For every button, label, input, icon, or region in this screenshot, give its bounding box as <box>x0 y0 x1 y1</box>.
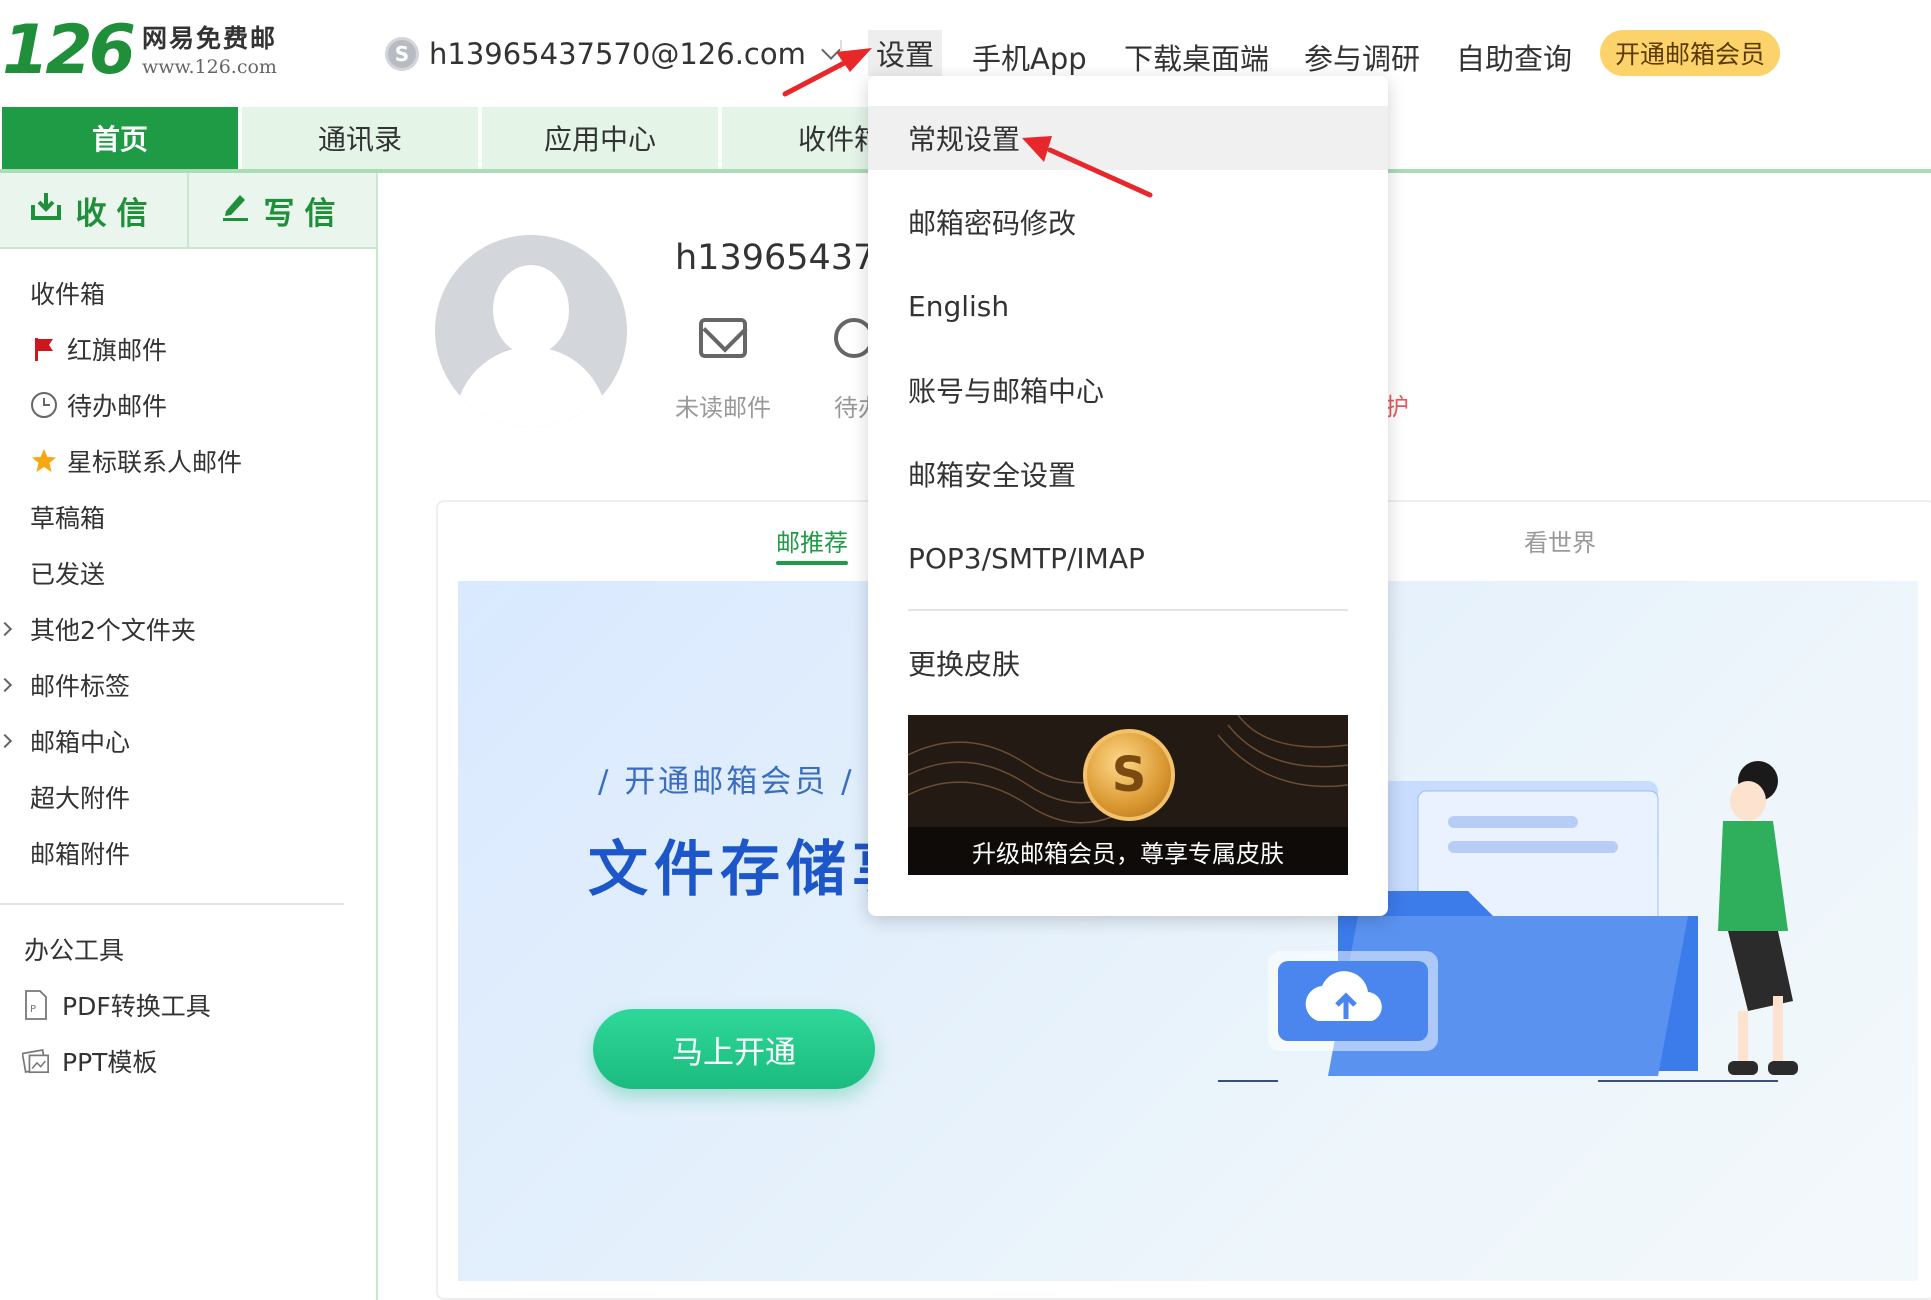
folder-drafts[interactable]: 草稿箱 <box>0 489 376 545</box>
chevron-right-icon <box>0 677 13 693</box>
menu-change-password[interactable]: 邮箱密码修改 <box>868 190 1388 254</box>
compose-button[interactable]: 写信 <box>189 173 376 247</box>
svg-text:P: P <box>30 1004 36 1015</box>
folder-mail-center[interactable]: 邮箱中心 <box>0 713 376 769</box>
nav-survey[interactable]: 参与调研 <box>1304 36 1420 78</box>
folder-large-attachments[interactable]: 超大附件 <box>0 769 376 825</box>
receive-button[interactable]: 收信 <box>0 173 189 247</box>
folder-other[interactable]: 其他2个文件夹 <box>0 601 376 657</box>
folder-attachments[interactable]: 邮箱附件 <box>0 825 376 881</box>
active-tab-underline <box>776 561 848 565</box>
nav-mobile-app[interactable]: 手机App <box>972 36 1087 78</box>
menu-divider <box>908 609 1348 611</box>
clock-icon <box>30 391 58 419</box>
stat-todo[interactable]: 待办邮件 <box>834 318 868 423</box>
star-icon <box>30 447 58 475</box>
vip-badge-icon: S <box>1083 729 1175 821</box>
folder-label: 超大附件 <box>30 784 131 813</box>
folder-label: 邮箱附件 <box>30 840 131 869</box>
folder-label: 邮件标签 <box>30 672 131 701</box>
tab-mail-recommend[interactable]: 邮推荐 <box>776 523 848 558</box>
tool-label: PPT模板 <box>62 1048 158 1077</box>
envelope-icon <box>699 318 747 358</box>
promo-text: 升级邮箱会员，尊享专属皮肤 <box>908 827 1348 875</box>
compose-label: 写信 <box>263 195 346 232</box>
folder-tags[interactable]: 邮件标签 <box>0 657 376 713</box>
folder-label: 星标联系人邮件 <box>67 448 243 477</box>
folder-starred[interactable]: 星标联系人邮件 <box>0 433 376 489</box>
chevron-right-icon <box>0 621 13 637</box>
menu-general-settings[interactable]: 常规设置 <box>868 106 1388 170</box>
avatar[interactable] <box>435 235 627 427</box>
settings-dropdown: 常规设置 邮箱密码修改 English 账号与邮箱中心 邮箱安全设置 POP3/… <box>868 76 1388 916</box>
folder-list: 收件箱 红旗邮件 待办邮件 星标联系人邮件 草稿箱 已发送 其他2个文件夹 邮件… <box>0 265 376 881</box>
receive-label: 收信 <box>75 195 158 232</box>
chevron-right-icon <box>0 733 13 749</box>
menu-account-center[interactable]: 账号与邮箱中心 <box>868 358 1388 422</box>
folder-label: 收件箱 <box>30 280 106 309</box>
ppt-template-icon <box>22 1046 50 1076</box>
tab-home[interactable]: 首页 <box>2 107 238 169</box>
tool-ppt-template[interactable]: PPT模板 <box>22 1041 157 1081</box>
pdf-file-icon: P <box>22 990 50 1020</box>
tab-see-world[interactable]: 看世界 <box>1524 523 1596 558</box>
sidebar: 收信 写信 收件箱 红旗邮件 待办邮件 星标联系人邮件 草稿箱 已发送 其他2个… <box>0 173 378 1300</box>
activate-now-button[interactable]: 马上开通 <box>593 1009 875 1089</box>
folder-label: 草稿箱 <box>30 504 106 533</box>
nav-download-desktop[interactable]: 下载桌面端 <box>1124 36 1269 78</box>
folder-label: 已发送 <box>30 560 106 589</box>
vip-button[interactable]: 开通邮箱会员 <box>1600 30 1780 76</box>
user-name: h13965437570 <box>675 238 870 278</box>
folder-inbox[interactable]: 收件箱 <box>0 265 376 321</box>
folder-label: 邮箱中心 <box>30 728 131 757</box>
folder-flagged[interactable]: 红旗邮件 <box>0 321 376 377</box>
folder-todo[interactable]: 待办邮件 <box>0 377 376 433</box>
tab-contacts[interactable]: 通讯录 <box>242 107 478 169</box>
menu-security-settings[interactable]: 邮箱安全设置 <box>868 442 1388 506</box>
menu-pop3-smtp-imap[interactable]: POP3/SMTP/IMAP <box>868 526 1388 590</box>
tool-label: PDF转换工具 <box>62 992 211 1021</box>
folder-label: 其他2个文件夹 <box>30 616 196 645</box>
nav-self-service[interactable]: 自助查询 <box>1456 36 1572 78</box>
nav-settings[interactable]: 设置 <box>868 30 942 76</box>
pen-icon <box>220 191 250 229</box>
folder-label: 红旗邮件 <box>67 336 168 365</box>
tab-app-center[interactable]: 应用中心 <box>482 107 718 169</box>
clock-icon <box>834 318 868 358</box>
menu-english[interactable]: English <box>868 274 1388 338</box>
stat-label: 待办邮件 <box>834 394 868 422</box>
red-flag-icon <box>30 335 58 363</box>
mail-actions: 收信 写信 <box>0 173 376 249</box>
stat-label: 未读邮件 <box>675 394 771 422</box>
menu-change-skin[interactable]: 更换皮肤 <box>868 631 1388 695</box>
protect-label-partial[interactable]: 护 <box>1385 387 1409 422</box>
sidebar-divider <box>0 903 344 905</box>
skin-promo[interactable]: S 升级邮箱会员，尊享专属皮肤 <box>908 715 1348 875</box>
tools-title: 办公工具 <box>24 936 125 965</box>
inbox-download-icon <box>30 191 62 229</box>
folder-label: 待办邮件 <box>67 392 168 421</box>
tool-pdf-converter[interactable]: P PDF转换工具 <box>22 985 211 1025</box>
banner-subtitle: / 开通邮箱会员 / <box>598 764 855 800</box>
stat-unread[interactable]: 未读邮件 <box>675 318 771 423</box>
avatar-head <box>493 265 569 355</box>
avatar-body <box>455 347 607 427</box>
folder-sent[interactable]: 已发送 <box>0 545 376 601</box>
